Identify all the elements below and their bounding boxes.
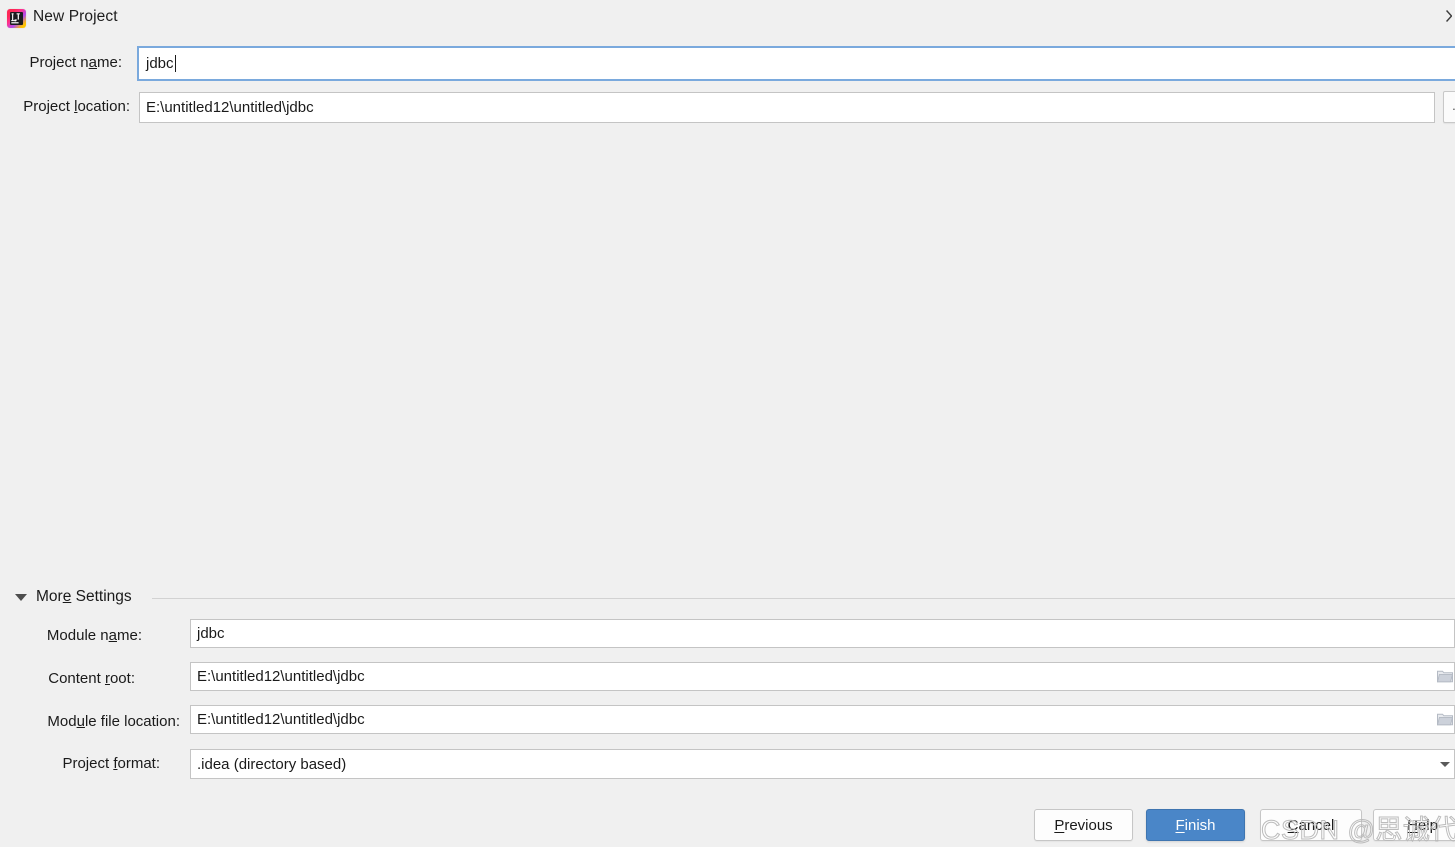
- help-button-mnemonic: H: [1407, 816, 1418, 834]
- finish-button-mnemonic: F: [1175, 816, 1185, 834]
- help-button-label: elp: [1417, 816, 1438, 834]
- project-location-value: E:\untitled12\untitled\jdbc: [146, 99, 314, 116]
- project-format-value: .idea (directory based): [197, 755, 347, 773]
- previous-button-mnemonic: P: [1054, 816, 1065, 834]
- more-settings-label[interactable]: More Settings: [36, 588, 132, 606]
- help-button[interactable]: Help: [1373, 809, 1455, 841]
- cancel-button-mnemonic: C: [1287, 816, 1299, 834]
- module-file-location-label-post: le file location:: [84, 713, 180, 730]
- project-location-label-pre: Project: [23, 98, 75, 115]
- module-file-location-input[interactable]: E:\untitled12\untitled\jdbc: [190, 705, 1455, 734]
- content-root-label: Content root:: [0, 670, 135, 687]
- project-format-label-pre: Project: [62, 755, 114, 772]
- previous-button-label: revious: [1064, 816, 1113, 834]
- project-location-label: Project location:: [0, 98, 130, 115]
- content-root-value: E:\untitled12\untitled\jdbc: [197, 668, 365, 685]
- project-location-input[interactable]: E:\untitled12\untitled\jdbc: [139, 92, 1435, 123]
- content-root-input[interactable]: E:\untitled12\untitled\jdbc: [190, 662, 1455, 691]
- project-format-label: Project format:: [0, 755, 160, 772]
- close-x-icon[interactable]: [1438, 8, 1452, 24]
- more-settings-label-post: Settings: [71, 588, 132, 605]
- project-name-label-pre: Project n: [29, 54, 89, 71]
- module-file-location-value: E:\untitled12\untitled\jdbc: [197, 711, 365, 728]
- module-file-location-label-pre: Mod: [47, 713, 77, 730]
- module-file-location-label-mnemonic: u: [76, 713, 85, 730]
- finish-button[interactable]: Finish: [1146, 809, 1245, 841]
- more-settings-triangle-down-icon[interactable]: [15, 594, 27, 601]
- project-format-label-post: ormat:: [117, 755, 160, 772]
- new-project-dialog: New Project Project name: jdbc Project l…: [0, 0, 1455, 847]
- module-name-input[interactable]: jdbc: [190, 619, 1455, 648]
- text-caret: [174, 55, 176, 72]
- project-location-label-post: ocation:: [77, 98, 130, 115]
- project-name-label-post: me:: [96, 54, 122, 71]
- module-name-label-pre: Module n: [46, 627, 109, 644]
- cancel-button-label: ancel: [1298, 816, 1335, 834]
- module-name-value: jdbc: [197, 625, 225, 642]
- module-name-label-post: me:: [116, 627, 142, 644]
- project-name-label: Project name:: [0, 54, 122, 71]
- module-name-label: Module name:: [0, 627, 142, 644]
- project-name-input[interactable]: jdbc: [139, 48, 1455, 79]
- content-root-label-post: oot:: [109, 670, 135, 687]
- previous-button[interactable]: Previous: [1034, 809, 1133, 841]
- more-settings-separator: [152, 598, 1455, 599]
- ij-letters-icon: [11, 13, 20, 24]
- intellij-idea-logo-icon: [7, 9, 26, 28]
- finish-button-label: inish: [1184, 816, 1216, 834]
- project-format-select[interactable]: .idea (directory based): [190, 749, 1455, 779]
- project-name-label-mnemonic: a: [88, 54, 97, 71]
- content-root-folder-icon[interactable]: [1436, 669, 1454, 683]
- title-bar: New Project: [0, 0, 1455, 37]
- project-format-chevron-down-icon[interactable]: [1440, 762, 1450, 767]
- module-name-label-mnemonic: a: [108, 627, 117, 644]
- project-name-value: jdbc: [146, 55, 174, 72]
- window-title: New Project: [33, 8, 118, 25]
- module-file-location-folder-icon[interactable]: [1436, 712, 1454, 726]
- content-root-label-pre: Content: [48, 670, 105, 687]
- module-file-location-label: Module file location:: [0, 713, 180, 730]
- project-location-browse-button[interactable]: ...: [1443, 91, 1455, 123]
- cancel-button[interactable]: Cancel: [1260, 809, 1362, 841]
- more-settings-label-pre: Mor: [36, 588, 63, 605]
